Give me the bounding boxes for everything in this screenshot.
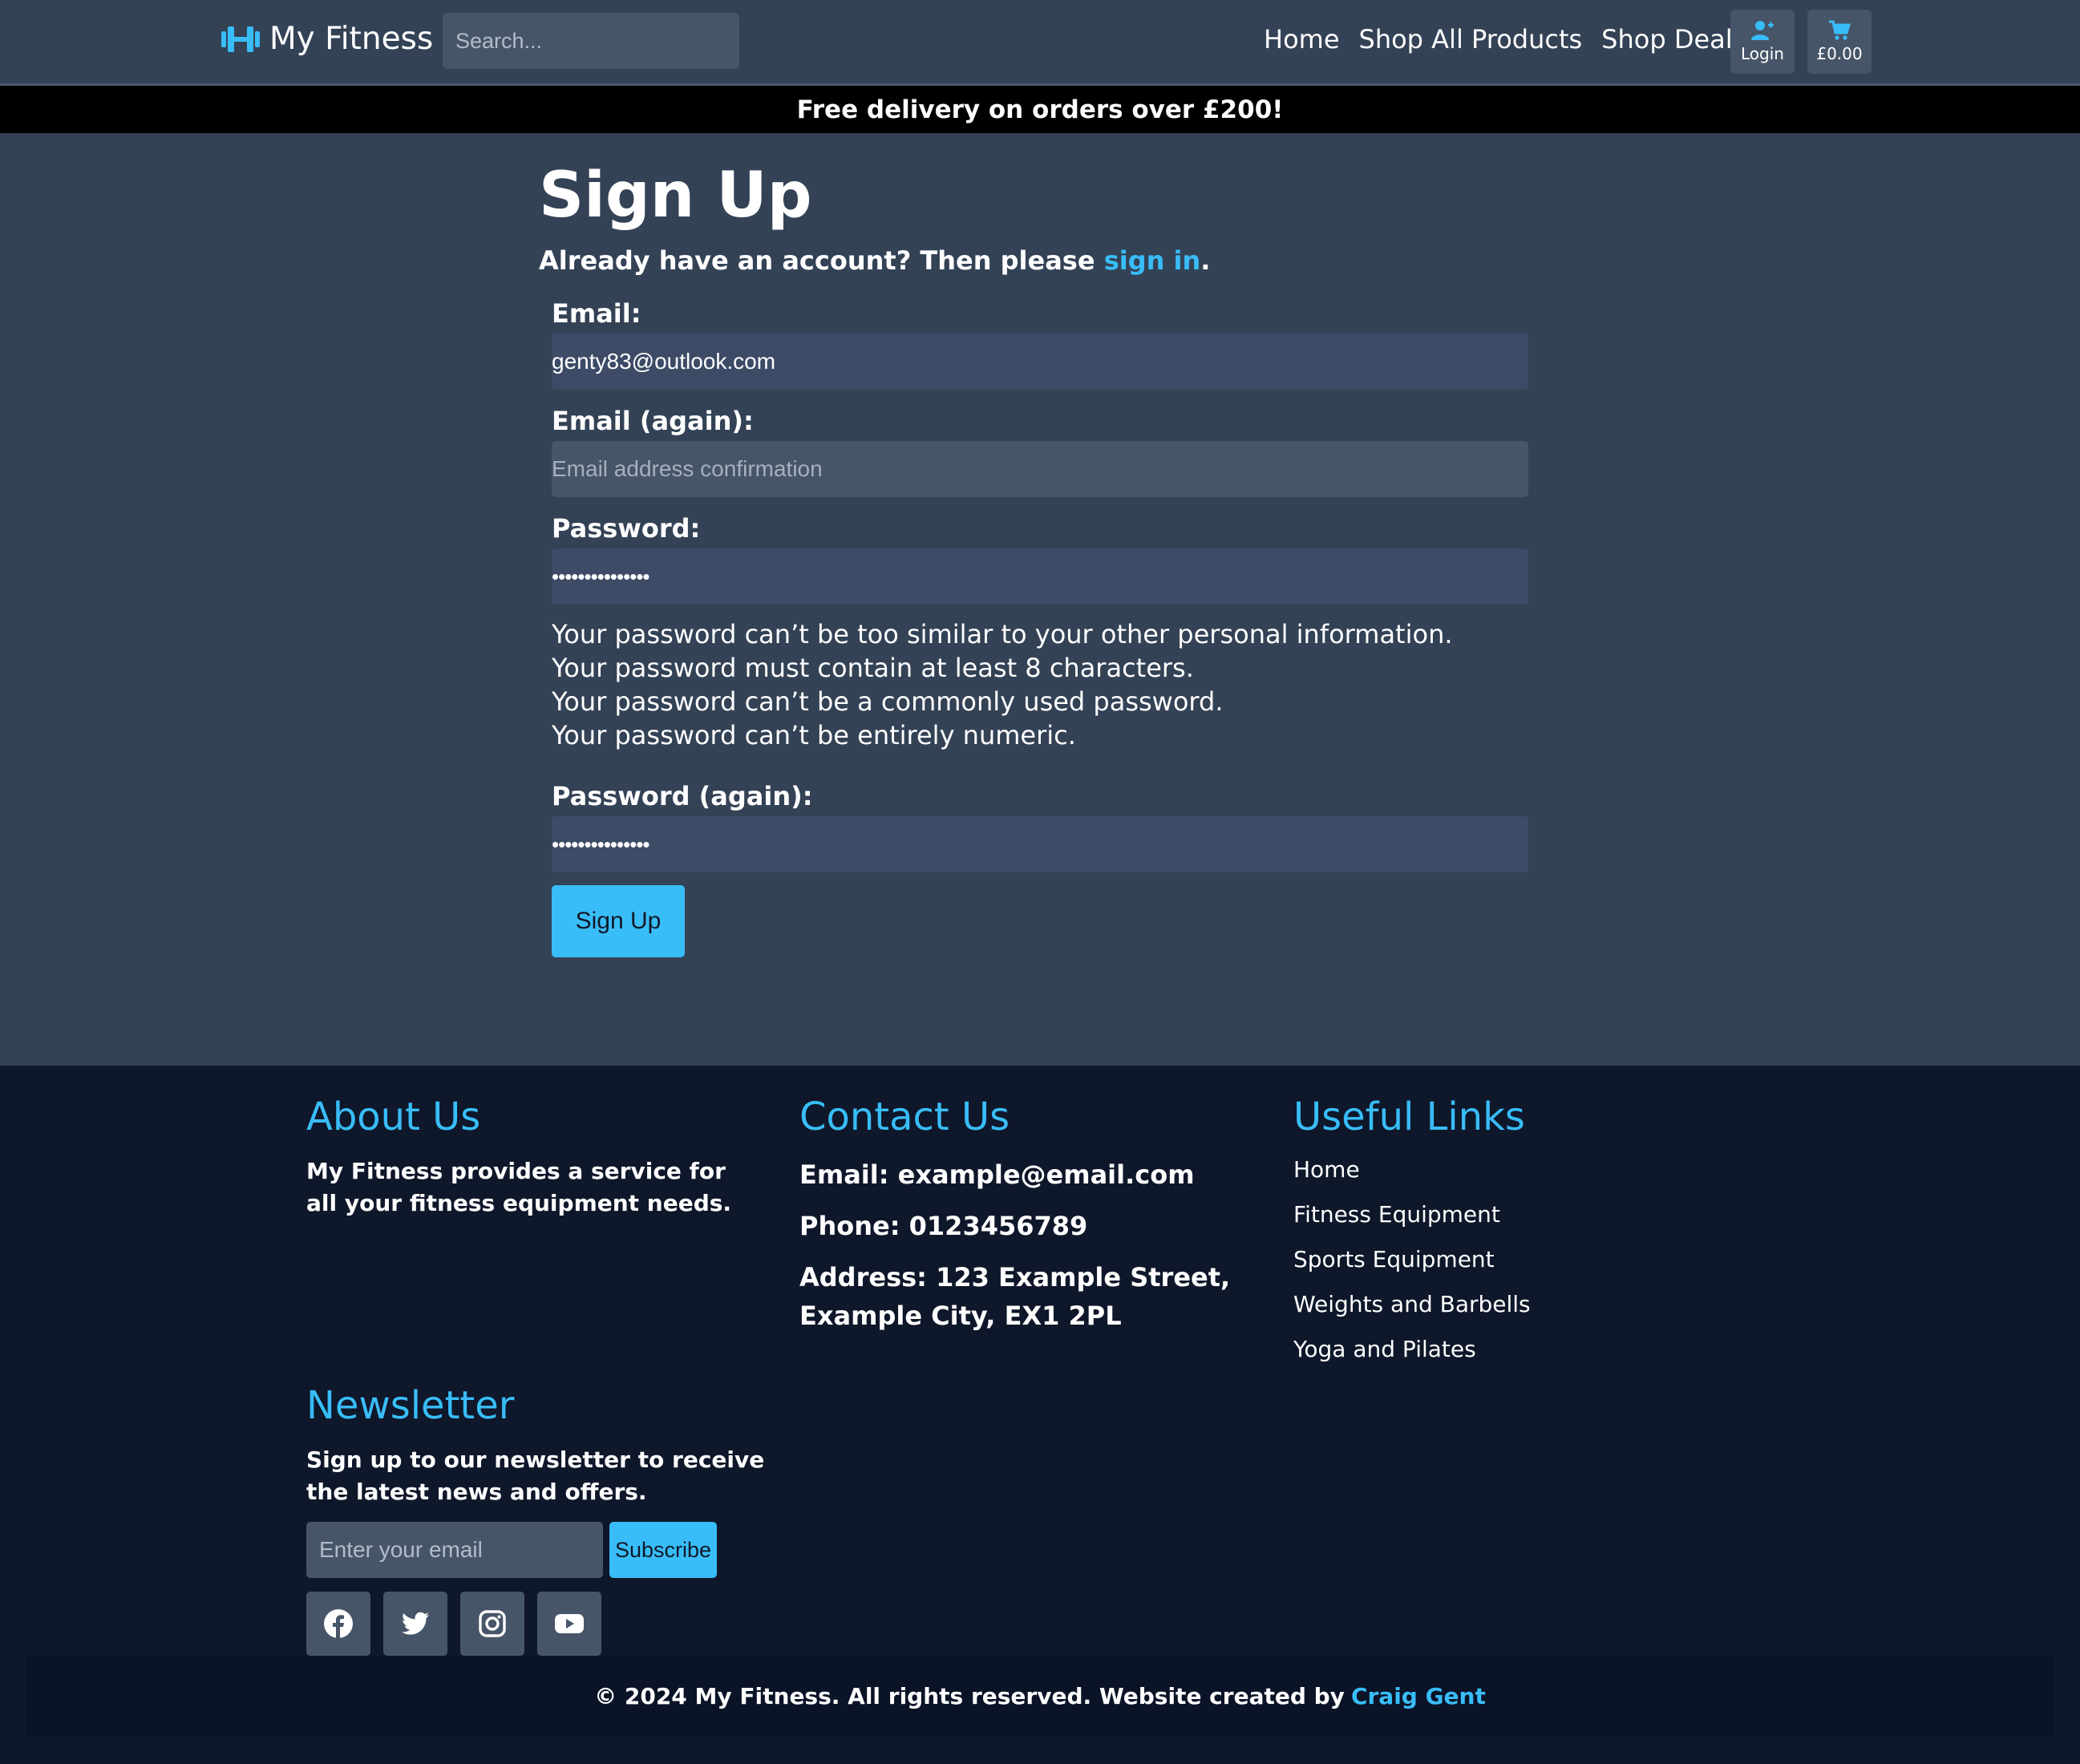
twitter-icon [402,1612,429,1635]
main-nav: Home Shop All Products Shop Deals [1264,24,1746,55]
dumbbell-icon [221,26,260,52]
about-text: My Fitness provides a service for all yo… [306,1158,732,1216]
signin-prompt-period: . [1200,245,1211,276]
shopping-cart-icon [1829,20,1851,40]
email-again-label: Email (again): [552,406,754,436]
brand-name: My Fitness [269,21,434,57]
delivery-banner: Free delivery on orders over £200! [0,86,2080,133]
facebook-link[interactable] [306,1592,370,1656]
newsletter-text: Sign up to our newsletter to receive the… [306,1446,765,1505]
password-help-line: Your password can’t be entirely numeric. [552,720,1076,751]
sign-in-link[interactable]: sign in [1104,245,1201,276]
useful-links-title: Useful Links [1293,1094,1525,1139]
contact-phone: Phone: 0123456789 [799,1211,1088,1241]
nav-link-home[interactable]: Home [1264,24,1340,55]
nav-link-shop-all-products[interactable]: Shop All Products [1359,24,1583,55]
top-navbar: My Fitness Home Shop All Products Shop D… [0,0,2080,86]
cart-total: £0.00 [1816,44,1863,63]
contact-address: Address: 123 Example Street, Example Cit… [799,1262,1231,1331]
newsletter-email-input[interactable] [306,1522,603,1578]
footer-link-sports-equipment[interactable]: Sports Equipment [1293,1244,1531,1289]
footer-link-fitness-equipment[interactable]: Fitness Equipment [1293,1199,1531,1244]
subscribe-button[interactable]: Subscribe [609,1522,717,1578]
author-link[interactable]: Craig Gent [1351,1683,1486,1709]
twitter-link[interactable] [383,1592,447,1656]
youtube-link[interactable] [537,1592,601,1656]
signin-prompt: Already have an account? Then please sig… [539,245,1210,276]
login-button[interactable]: Login [1730,10,1795,74]
useful-links: Home Fitness Equipment Sports Equipment … [1293,1154,1531,1378]
about-title: About Us [306,1094,481,1139]
password-help-line: Your password can’t be a commonly used p… [552,686,1224,717]
footer-link-home[interactable]: Home [1293,1154,1531,1199]
newsletter-title: Newsletter [306,1383,515,1428]
footer-link-weights-and-barbells[interactable]: Weights and Barbells [1293,1289,1531,1333]
instagram-icon [479,1610,506,1637]
footer: About Us My Fitness provides a service f… [0,1066,2080,1764]
cart-button[interactable]: £0.00 [1807,10,1872,74]
user-plus-icon [1751,21,1774,40]
signin-prompt-text: Already have an account? Then please [539,245,1104,276]
youtube-icon [555,1614,584,1633]
password-again-label: Password (again): [552,781,813,811]
email-confirm-field[interactable] [552,441,1528,497]
instagram-link[interactable] [460,1592,524,1656]
search-input[interactable] [443,13,739,69]
brand-logo[interactable]: My Fitness [220,21,433,57]
nav-link-shop-deals[interactable]: Shop Deals [1601,24,1746,55]
contact-email: Email: example@email.com [799,1159,1195,1190]
email-label: Email: [552,298,641,329]
password-field[interactable]: ••••••••••••••• [552,548,1528,605]
signup-button[interactable]: Sign Up [552,885,685,957]
copyright-bar: © 2024 My Fitness. All rights reserved. … [26,1656,2054,1736]
contact-title: Contact Us [799,1094,1010,1139]
password-confirm-field[interactable]: ••••••••••••••• [552,816,1528,872]
page-title: Sign Up [539,160,812,232]
password-help-line: Your password must contain at least 8 ch… [552,653,1194,683]
login-label: Login [1741,44,1784,63]
footer-link-yoga-and-pilates[interactable]: Yoga and Pilates [1293,1333,1531,1378]
facebook-icon [324,1609,353,1638]
email-field[interactable] [552,334,1528,390]
password-help: Your password can’t be too similar to yo… [552,617,1453,752]
password-label: Password: [552,513,701,544]
copyright-text: © 2024 My Fitness. All rights reserved. … [594,1682,1345,1709]
password-help-line: Your password can’t be too similar to yo… [552,619,1453,649]
